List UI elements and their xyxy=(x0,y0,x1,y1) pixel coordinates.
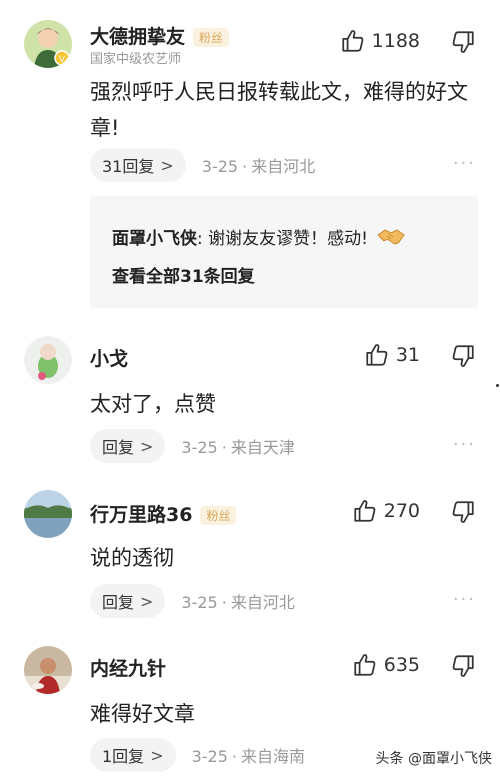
handshake-icon xyxy=(377,227,406,252)
chevron-right-icon: > xyxy=(150,745,164,765)
nested-reply-box[interactable]: 面罩小飞侠: 谢谢友友谬赞！感动! 查看全部31条回复 xyxy=(90,196,478,308)
thumbs-up-icon xyxy=(354,500,376,522)
comment-date-location: 3-25 · 来自河北 xyxy=(181,589,294,613)
reply-button[interactable]: 1回复 > xyxy=(90,738,176,772)
comment-location: 来自天津 xyxy=(230,438,295,457)
reply-author[interactable]: 面罩小飞侠 xyxy=(112,229,197,249)
comment-text: 强烈呼吁人民日报转载此文，难得的好文章! xyxy=(90,80,468,140)
like-button[interactable]: 1188 xyxy=(340,28,420,54)
user-name[interactable]: 小戈 xyxy=(90,344,128,371)
reply-label: 回复 xyxy=(102,438,135,457)
scroll-indicator-dot xyxy=(496,384,499,387)
toy-figure-avatar xyxy=(24,336,72,384)
comment-item: 小戈 31 太对了，点赞 回复 > 3-25 · 来自天津 ··· xyxy=(0,330,500,470)
thumbs-up-icon xyxy=(342,30,363,52)
dislike-button[interactable] xyxy=(450,29,476,59)
user-title: 国家中级农艺师 xyxy=(90,52,182,67)
user-name[interactable]: 行万里路36 粉丝 xyxy=(90,500,237,527)
reply-label: 31回复 xyxy=(102,157,155,176)
thumbs-down-icon xyxy=(452,501,474,523)
comment-location: 来自河北 xyxy=(251,157,316,176)
comment-item: 行万里路36 粉丝 270 说的透彻 回复 > 3-25 · 来自河北 ··· xyxy=(0,486,500,626)
thumbs-up-icon xyxy=(354,654,376,676)
avatar[interactable] xyxy=(24,646,72,694)
like-button[interactable]: 31 xyxy=(364,342,420,368)
more-options-icon[interactable]: ··· xyxy=(453,434,476,455)
chevron-right-icon: > xyxy=(140,436,154,456)
dislike-button[interactable] xyxy=(450,343,476,373)
comment-date-location: 3-25 · 来自天津 xyxy=(181,434,294,458)
comment-date: 3-25 xyxy=(191,747,228,766)
comment-text: 说的透彻 xyxy=(90,546,174,570)
thumbs-up-icon xyxy=(366,344,388,366)
nested-reply: 面罩小飞侠: 谢谢友友谬赞！感动! xyxy=(112,224,406,252)
dot-separator: · xyxy=(221,593,227,612)
dot-separator: · xyxy=(242,157,248,176)
user-name[interactable]: 大德拥挚友 粉丝 xyxy=(90,22,230,49)
user-name-text[interactable]: 小戈 xyxy=(90,348,128,370)
avatar[interactable] xyxy=(24,490,72,538)
comment-meta: 回复 > 3-25 · 来自天津 xyxy=(90,429,295,463)
reply-separator: : xyxy=(197,229,203,249)
avatar[interactable]: V xyxy=(24,20,72,68)
watermark: 头条 @面罩小飞侠 xyxy=(375,751,492,767)
comment-date: 3-25 xyxy=(201,157,239,176)
fan-badge: 粉丝 xyxy=(200,506,237,525)
user-name-text[interactable]: 内经九针 xyxy=(90,658,166,680)
user-name[interactable]: 内经九针 xyxy=(90,654,166,681)
chevron-right-icon: > xyxy=(160,155,174,175)
thumbs-down-icon xyxy=(452,345,474,367)
like-count: 270 xyxy=(383,500,420,522)
comment-meta: 回复 > 3-25 · 来自河北 xyxy=(90,584,295,618)
comment-date-location: 3-25 · 来自河北 xyxy=(202,153,315,177)
more-options-icon[interactable]: ··· xyxy=(453,589,476,610)
dot-separator: · xyxy=(221,438,227,457)
photo-person-avatar xyxy=(24,646,72,694)
svg-text:V: V xyxy=(59,55,66,65)
chevron-right-icon: > xyxy=(140,591,154,611)
cartoon-boy-avatar: V xyxy=(24,20,72,68)
like-count: 635 xyxy=(383,654,420,676)
comment-date: 3-25 xyxy=(181,593,218,612)
fan-badge: 粉丝 xyxy=(193,28,230,47)
comment-location: 来自河北 xyxy=(230,593,295,612)
dislike-button[interactable] xyxy=(450,499,476,529)
comment-item: V 大德拥挚友 粉丝 国家中级农艺师 1188 强烈呼吁人民日报转载此文，难得的好… xyxy=(0,0,500,190)
comment-text: 太对了，点赞 xyxy=(90,392,216,416)
reply-button[interactable]: 31回复 > xyxy=(90,148,186,182)
thumbs-down-icon xyxy=(452,655,474,677)
like-count: 31 xyxy=(395,344,420,366)
comment-meta: 31回复 > 3-25 · 来自河北 xyxy=(90,148,315,182)
comment-date: 3-25 xyxy=(181,438,218,457)
reply-label: 1回复 xyxy=(102,747,145,766)
more-options-icon[interactable]: ··· xyxy=(453,153,476,174)
view-all-replies-link[interactable]: 查看全部31条回复 xyxy=(112,262,255,287)
reply-button[interactable]: 回复 > xyxy=(90,429,166,463)
avatar[interactable] xyxy=(24,336,72,384)
reply-button[interactable]: 回复 > xyxy=(90,584,166,618)
comment-meta: 1回复 > 3-25 · 来自海南 xyxy=(90,738,305,772)
like-button[interactable]: 270 xyxy=(352,498,420,524)
lake-landscape-avatar xyxy=(24,490,72,538)
dislike-button[interactable] xyxy=(450,653,476,683)
thumbs-down-icon xyxy=(452,31,474,53)
reply-label: 回复 xyxy=(102,593,135,612)
comment-location: 来自海南 xyxy=(241,747,306,766)
user-name-text[interactable]: 大德拥挚友 xyxy=(90,26,185,48)
like-button[interactable]: 635 xyxy=(352,652,420,678)
dot-separator: · xyxy=(231,747,237,766)
comment-date-location: 3-25 · 来自海南 xyxy=(192,743,305,767)
user-name-text[interactable]: 行万里路36 xyxy=(90,504,192,526)
comment-text: 难得好文章 xyxy=(90,702,195,726)
like-count: 1188 xyxy=(371,30,420,52)
reply-text: 谢谢友友谬赞！感动! xyxy=(208,229,368,249)
